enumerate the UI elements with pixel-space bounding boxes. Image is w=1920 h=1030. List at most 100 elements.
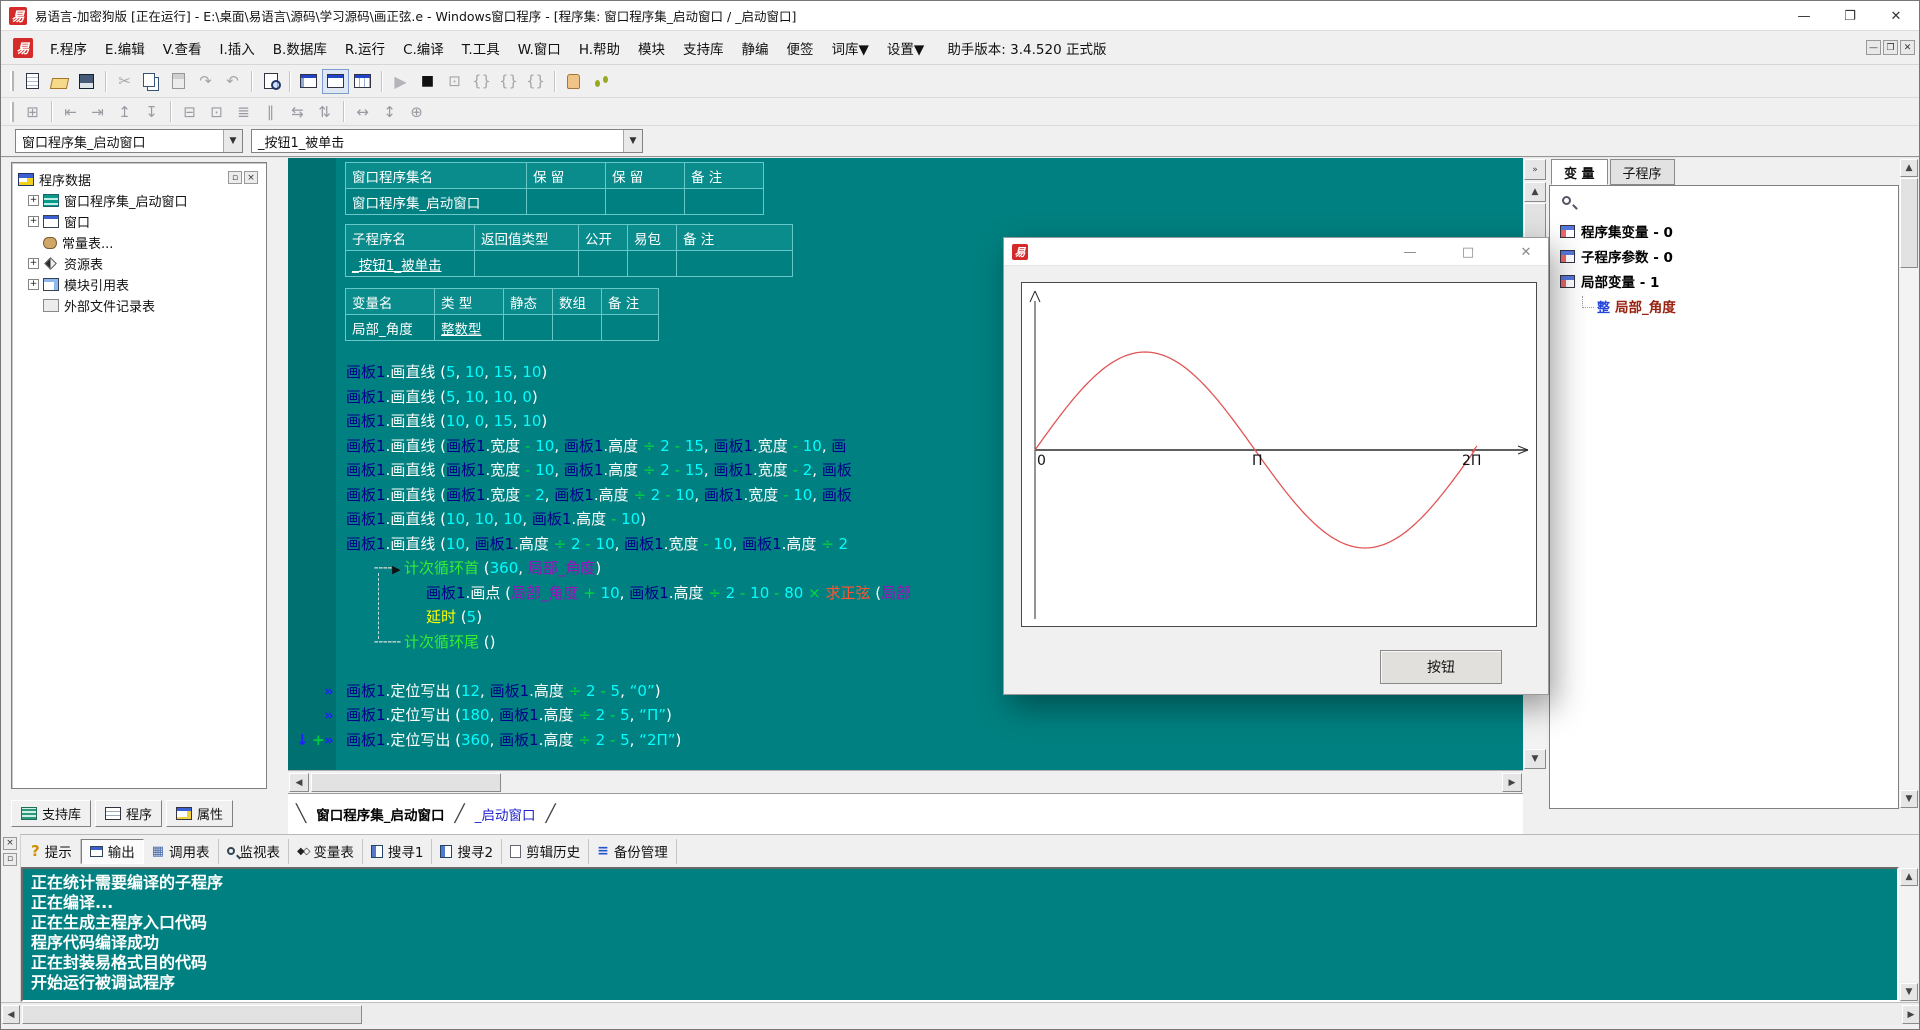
search-icon[interactable]: [1562, 196, 1571, 205]
left-tab-属性[interactable]: 属性: [166, 800, 233, 827]
menu-item-7[interactable]: T.工具: [453, 35, 509, 61]
variable-tree-item-2[interactable]: 局部变量 - 1: [1560, 271, 1659, 291]
space-across-button[interactable]: ≣: [230, 99, 257, 124]
space-down-button[interactable]: ∥: [257, 99, 284, 124]
align-right-button[interactable]: ⇥: [84, 99, 111, 124]
panel-close-button[interactable]: ×: [244, 171, 258, 184]
bottom-tab-输出[interactable]: 输出: [81, 839, 144, 864]
swap-v-button[interactable]: ⇅: [311, 99, 338, 124]
cut-button[interactable]: ✂: [111, 69, 138, 94]
table-cell[interactable]: [552, 314, 602, 341]
table-cell[interactable]: [605, 188, 685, 215]
menu-item-6[interactable]: C.编译: [394, 35, 453, 61]
expand-icon[interactable]: +: [28, 279, 39, 290]
code-line-15[interactable]: »↓+画板1.定位写出 (360, 画板1.高度 ÷ 2 - 5, “2Π”): [288, 728, 1523, 753]
table-cell[interactable]: _按钮1_被单击: [345, 250, 475, 277]
breakpoint-add-button[interactable]: {}: [468, 69, 495, 94]
form-grid-button[interactable]: ⊞: [19, 99, 46, 124]
paw-button[interactable]: [587, 69, 614, 94]
mdi-minimize-button[interactable]: —: [1866, 40, 1881, 55]
subroutine-combobox[interactable]: _按钮1_被单击 ▼: [251, 129, 643, 153]
mdi-restore-button[interactable]: ❐: [1883, 40, 1898, 55]
strip-close-button[interactable]: ×: [3, 837, 17, 850]
bottom-horizontal-scrollbar[interactable]: ◀ ▶: [1, 1002, 1920, 1025]
menu-item-1[interactable]: E.编辑: [96, 35, 154, 61]
strip-float-button[interactable]: ▫: [3, 853, 17, 866]
table-cell[interactable]: [676, 250, 793, 277]
menu-item-14[interactable]: 词库▼: [823, 35, 878, 61]
menu-item-5[interactable]: R.运行: [336, 35, 394, 61]
table-cell[interactable]: [526, 188, 606, 215]
table-cell[interactable]: 局部_角度: [345, 314, 435, 341]
same-width-button[interactable]: ↔: [349, 99, 376, 124]
bottom-tab-提示[interactable]: ?提示: [23, 839, 81, 864]
menu-item-8[interactable]: W.窗口: [509, 35, 570, 61]
code-horizontal-scrollbar[interactable]: ◀ ▶: [288, 770, 1523, 793]
same-size-button[interactable]: ⊕: [403, 99, 430, 124]
menu-item-15[interactable]: 设置▼: [878, 35, 933, 61]
bottom-tab-监视表[interactable]: 监视表: [219, 839, 290, 864]
expand-icon[interactable]: +: [28, 258, 39, 269]
stop-button[interactable]: ■: [414, 69, 441, 94]
table-cell[interactable]: [503, 314, 553, 341]
new-file-button[interactable]: [19, 69, 46, 94]
menu-item-11[interactable]: 支持库: [674, 35, 733, 61]
table-cell[interactable]: 窗口程序集_启动窗口: [345, 188, 527, 215]
align-bottom-button[interactable]: ↧: [138, 99, 165, 124]
maximize-button[interactable]: ❐: [1827, 1, 1873, 31]
menu-item-12[interactable]: 静编: [733, 35, 778, 61]
menu-item-2[interactable]: V.查看: [154, 35, 211, 61]
right-tab-1[interactable]: 子程序: [1610, 159, 1675, 185]
copy-button[interactable]: [138, 69, 165, 94]
breakpoint-clear-button[interactable]: {}: [522, 69, 549, 94]
variable-tree-item-1[interactable]: 子程序参数 - 0: [1560, 246, 1673, 266]
save-button[interactable]: [73, 69, 100, 94]
find-button[interactable]: [257, 69, 284, 94]
popup-minimize-button[interactable]: —: [1396, 242, 1424, 262]
chevron-down-icon[interactable]: ▼: [223, 130, 242, 152]
center-vertical-button[interactable]: ⊡: [203, 99, 230, 124]
tree-item-2[interactable]: +窗口: [18, 211, 266, 232]
expand-icon[interactable]: +: [28, 216, 39, 227]
left-tab-支持库[interactable]: 支持库: [11, 800, 91, 827]
redo-button[interactable]: ↷: [192, 69, 219, 94]
bottom-tab-变量表[interactable]: ◆◇变量表: [289, 839, 363, 864]
layout-grid-button[interactable]: [349, 69, 376, 94]
editor-tab-1[interactable]: _启动窗口: [467, 804, 544, 824]
menu-item-10[interactable]: 模块: [629, 35, 674, 61]
popup-button[interactable]: 按钮: [1380, 650, 1502, 684]
step-button[interactable]: ⊡: [441, 69, 468, 94]
menu-item-13[interactable]: 便签: [778, 35, 823, 61]
assembly-combobox[interactable]: 窗口程序集_启动窗口 ▼: [15, 129, 243, 153]
run-button[interactable]: ▶: [387, 69, 414, 94]
align-left-button[interactable]: ⇤: [57, 99, 84, 124]
hand-button[interactable]: [560, 69, 587, 94]
expand-panel-button[interactable]: »: [1524, 159, 1546, 180]
table-cell[interactable]: [474, 250, 579, 277]
same-height-button[interactable]: ↕: [376, 99, 403, 124]
minimize-button[interactable]: —: [1781, 1, 1827, 31]
right-tab-0[interactable]: 变 量: [1551, 159, 1608, 185]
toolbar-grip[interactable]: [10, 71, 14, 91]
open-file-button[interactable]: [46, 69, 73, 94]
toolbar-grip[interactable]: [10, 102, 14, 122]
bottom-tab-搜寻2[interactable]: 搜寻2: [432, 839, 502, 864]
table-cell[interactable]: [578, 250, 628, 277]
paste-button[interactable]: [165, 69, 192, 94]
mdi-close-button[interactable]: ✕: [1900, 40, 1915, 55]
panel-float-button[interactable]: ▫: [228, 171, 242, 184]
menu-item-4[interactable]: B.数据库: [264, 35, 336, 61]
editor-tab-0[interactable]: 窗口程序集_启动窗口: [308, 804, 452, 824]
layout-left-button[interactable]: [295, 69, 322, 94]
tree-item-3[interactable]: 常量表...: [18, 232, 266, 253]
close-button[interactable]: ✕: [1873, 1, 1919, 31]
chevron-down-icon[interactable]: ▼: [623, 130, 642, 152]
table-cell[interactable]: 整数型: [434, 314, 504, 341]
tree-item-6[interactable]: 外部文件记录表: [18, 295, 266, 316]
table-cell[interactable]: [601, 314, 659, 341]
menu-item-9[interactable]: H.帮助: [570, 35, 629, 61]
left-tab-程序[interactable]: 程序: [95, 800, 162, 827]
code-line-14[interactable]: »画板1.定位写出 (180, 画板1.高度 ÷ 2 - 5, “Π”): [288, 703, 1523, 728]
popup-close-button[interactable]: ✕: [1512, 242, 1540, 262]
tree-item-1[interactable]: +窗口程序集_启动窗口: [18, 190, 266, 211]
